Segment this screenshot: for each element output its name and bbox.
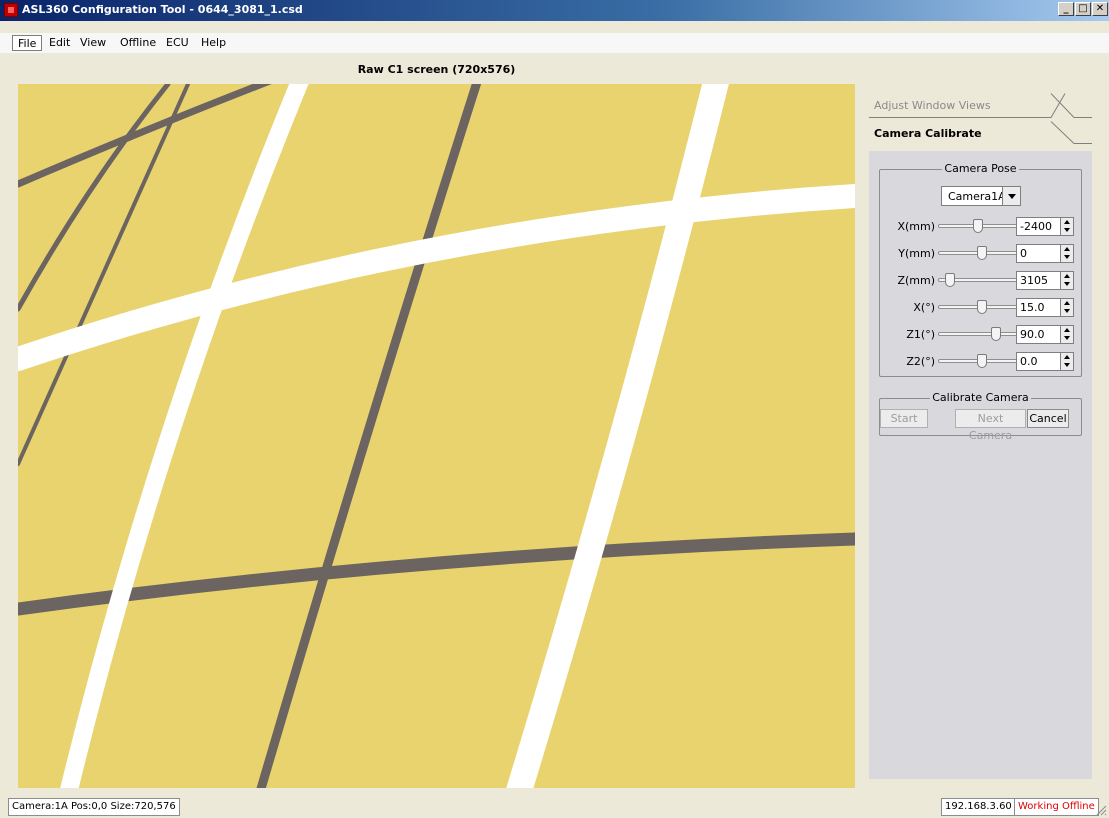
camera-pose-title: Camera Pose <box>942 162 1019 175</box>
param-row-x-deg: X(°) 15.0 <box>880 297 1083 317</box>
status-mode: Working Offline <box>1014 798 1099 816</box>
title-bar: ASL360 Configuration Tool - 0644_3081_1.… <box>0 0 1109 21</box>
param-row-x-mm: X(mm) -2400 <box>880 216 1083 236</box>
calibrate-panel: Camera Pose Camera1A X(mm) -2400 Y(mm) 0… <box>869 151 1092 779</box>
spinner-value: -2400 <box>1020 220 1052 233</box>
param-label: X(°) <box>913 301 935 314</box>
spinner-input[interactable]: 0 <box>1016 244 1074 263</box>
slider-thumb[interactable] <box>976 300 987 314</box>
menu-edit[interactable]: Edit <box>44 35 75 51</box>
camera-select[interactable]: Camera1A <box>941 186 1021 206</box>
spinner-value: 0 <box>1020 247 1027 260</box>
slider-thumb[interactable] <box>976 354 987 368</box>
spinner-value: 15.0 <box>1020 301 1045 314</box>
tab-label: Adjust Window Views <box>874 99 991 112</box>
maximize-button[interactable]: □ <box>1075 2 1091 16</box>
menu-ecu[interactable]: ECU <box>161 35 194 51</box>
spinner-input[interactable]: -2400 <box>1016 217 1074 236</box>
minimize-button[interactable]: _ <box>1058 2 1074 16</box>
spinner-arrows-icon[interactable] <box>1060 245 1073 262</box>
start-button[interactable]: Start <box>880 409 928 428</box>
spinner-arrows-icon[interactable] <box>1060 272 1073 289</box>
camera-select-value: Camera1A <box>948 190 1006 203</box>
spinner-arrows-icon[interactable] <box>1060 218 1073 235</box>
spinner-input[interactable]: 0.0 <box>1016 352 1074 371</box>
app-icon <box>4 3 18 17</box>
status-ip: 192.168.3.60 <box>941 798 1016 816</box>
chevron-down-icon[interactable] <box>1002 187 1020 205</box>
slider-thumb[interactable] <box>976 246 987 260</box>
param-label: Z(mm) <box>897 274 935 287</box>
window-title: ASL360 Configuration Tool - 0644_3081_1.… <box>22 3 303 16</box>
spinner-arrows-icon[interactable] <box>1060 353 1073 370</box>
status-camera-info: Camera:1A Pos:0,0 Size:720,576 <box>8 798 180 816</box>
spinner-arrows-icon[interactable] <box>1060 299 1073 316</box>
param-row-y-mm: Y(mm) 0 <box>880 243 1083 263</box>
side-panel: Adjust Window Views Camera Calibrate Cam… <box>869 93 1092 779</box>
menu-help[interactable]: Help <box>196 35 231 51</box>
tab-label: Camera Calibrate <box>874 127 982 140</box>
menu-offline[interactable]: Offline <box>115 35 161 51</box>
param-label: Y(mm) <box>898 247 935 260</box>
tab-adjust-window-views[interactable]: Adjust Window Views <box>869 93 1092 119</box>
slider-thumb[interactable] <box>990 327 1001 341</box>
param-label: Z2(°) <box>906 355 935 368</box>
close-button[interactable]: ✕ <box>1092 2 1108 16</box>
param-row-z1-deg: Z1(°) 90.0 <box>880 324 1083 344</box>
param-row-z-mm: Z(mm) 3105 <box>880 270 1083 290</box>
view-title: Raw C1 screen (720x576) <box>357 63 516 76</box>
camera-viewport[interactable] <box>18 84 855 788</box>
spinner-value: 3105 <box>1020 274 1048 287</box>
param-row-z2-deg: Z2(°) 0.0 <box>880 351 1083 371</box>
calibrate-camera-group: Calibrate Camera Start Next Camera Cance… <box>879 391 1082 442</box>
param-label: X(mm) <box>897 220 935 233</box>
resize-grip-icon[interactable] <box>1095 804 1107 816</box>
param-label: Z1(°) <box>906 328 935 341</box>
tab-camera-calibrate[interactable]: Camera Calibrate <box>869 121 1092 147</box>
slider-thumb[interactable] <box>973 219 983 233</box>
calibrate-camera-title: Calibrate Camera <box>930 391 1031 404</box>
spinner-arrows-icon[interactable] <box>1060 326 1073 343</box>
menu-view[interactable]: View <box>75 35 111 51</box>
cancel-button[interactable]: Cancel <box>1027 409 1069 428</box>
slider-track[interactable] <box>938 332 1018 336</box>
slider-thumb[interactable] <box>945 273 955 287</box>
camera-pose-group: Camera Pose Camera1A X(mm) -2400 Y(mm) 0… <box>879 162 1083 377</box>
menu-file[interactable]: File <box>12 35 43 51</box>
spinner-input[interactable]: 3105 <box>1016 271 1074 290</box>
spinner-value: 90.0 <box>1020 328 1045 341</box>
spinner-input[interactable]: 15.0 <box>1016 298 1074 317</box>
camera-image <box>18 84 855 788</box>
menu-bar: File Edit View Offline ECU Help <box>0 33 1109 53</box>
spinner-value: 0.0 <box>1020 355 1038 368</box>
spinner-input[interactable]: 90.0 <box>1016 325 1074 344</box>
next-camera-button[interactable]: Next Camera <box>955 409 1026 442</box>
